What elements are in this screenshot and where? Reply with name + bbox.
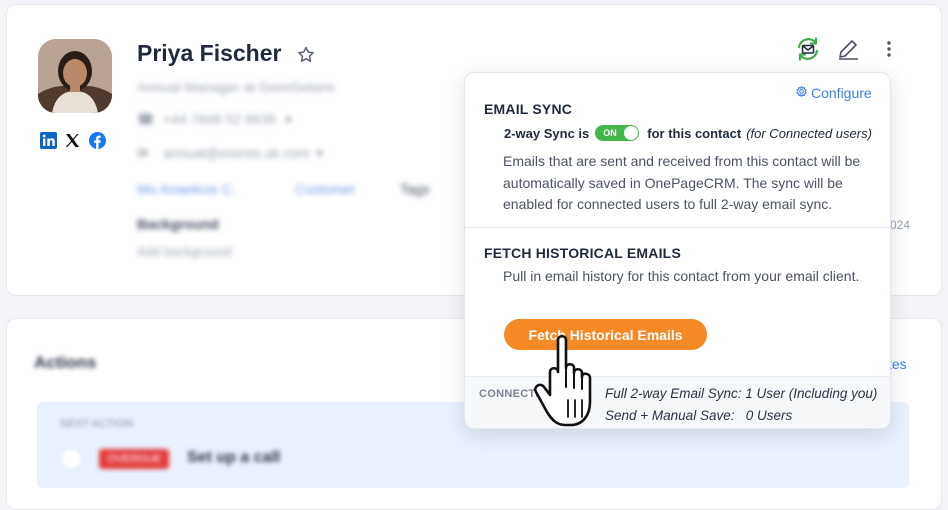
actions-title: Actions	[34, 353, 97, 372]
overdue-badge: OVERDUE	[99, 449, 170, 469]
popup-divider	[465, 227, 890, 228]
sync-description: Emails that are sent and received from t…	[503, 153, 861, 212]
linkedin-icon[interactable]	[39, 131, 57, 149]
sync-prefix: 2-way Sync is	[504, 125, 590, 141]
email-dropdown-icon[interactable]: ▾	[316, 145, 323, 162]
connected-line-2: Send + Manual Save: 0 Users	[605, 408, 793, 423]
background-label: Background	[137, 216, 219, 232]
sync-status-line: 2-way Sync is ON for this contact (for C…	[504, 125, 872, 141]
job-title: Annual Manager at DomiSelaris	[137, 79, 335, 95]
status-selector[interactable]: Customer	[295, 181, 356, 197]
more-vertical-icon[interactable]	[876, 36, 902, 62]
phone-dropdown-icon[interactable]: ▾	[285, 111, 292, 128]
fetch-description: Pull in email history for this contact f…	[503, 268, 860, 284]
next-action-text[interactable]: Set up a call	[187, 449, 280, 467]
email-address[interactable]: annual@events.uk.com	[163, 145, 310, 161]
sync-note: (for Connected users)	[746, 125, 872, 141]
connected-line-1: Full 2-way Email Sync: 1 User (Including…	[605, 386, 878, 401]
configure-link[interactable]: Configure	[795, 85, 872, 101]
toggle-label: ON	[603, 128, 617, 138]
contact-name: Priya Fischer	[137, 40, 282, 66]
configure-label: Configure	[811, 85, 872, 101]
sync-toggle[interactable]: ON	[595, 125, 640, 141]
owner-selector[interactable]: Mo Anaeleze C.	[137, 181, 236, 197]
date-fragment: 024	[890, 218, 911, 232]
popup-arrow	[844, 73, 862, 82]
email-sync-icon[interactable]	[795, 36, 821, 62]
email-icon: ✉	[137, 145, 149, 161]
gear-icon	[795, 85, 808, 101]
toggle-knob	[624, 126, 639, 140]
x-icon[interactable]	[63, 131, 81, 149]
star-icon[interactable]	[296, 45, 316, 65]
sync-suffix: for this contact	[647, 125, 742, 141]
complete-checkbox[interactable]	[62, 450, 80, 468]
phone-icon: ☎	[137, 111, 155, 127]
hand-pointer-icon	[527, 332, 619, 432]
pencil-icon[interactable]	[835, 36, 861, 62]
facebook-icon[interactable]	[88, 131, 106, 149]
next-action-label: NEXT ACTION	[60, 418, 134, 430]
tags-label[interactable]: Tags	[400, 181, 430, 197]
email-sync-title: EMAIL SYNC	[484, 101, 573, 117]
fetch-title: FETCH HISTORICAL EMAILS	[484, 245, 681, 261]
avatar[interactable]	[38, 39, 112, 113]
background-placeholder[interactable]: Add background	[137, 244, 232, 259]
phone-number[interactable]: +44 7846 52 8635	[163, 111, 276, 127]
